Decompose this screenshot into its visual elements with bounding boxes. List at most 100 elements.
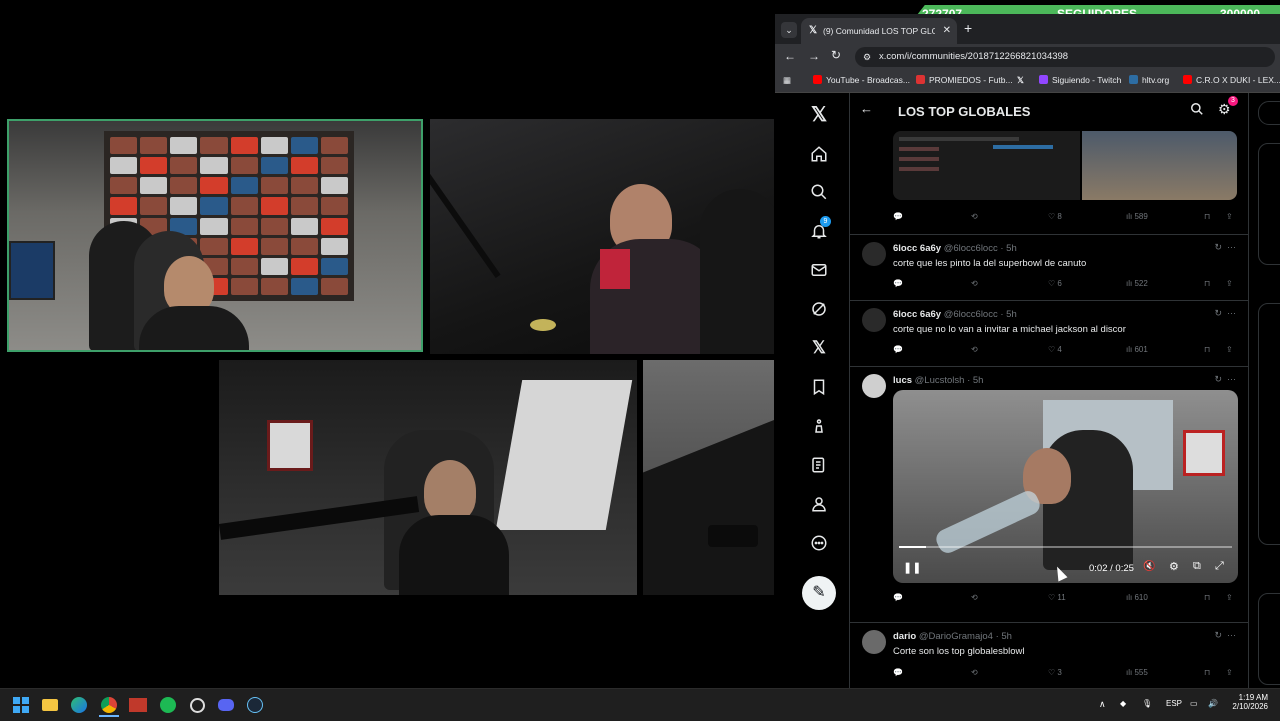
post-image-chat-screenshot[interactable]: [893, 131, 1080, 200]
like-button[interactable]: ♡ 4: [1048, 345, 1062, 354]
more-options-icon[interactable]: ↻ ···: [1214, 374, 1236, 385]
bookmark-icon[interactable]: ⊓: [1204, 279, 1210, 288]
lists-icon[interactable]: [806, 452, 832, 478]
x-premium-icon[interactable]: 𝕏: [806, 335, 832, 361]
mute-icon[interactable]: 🔇: [1143, 561, 1155, 572]
bookmark-duki[interactable]: C.R.O X DUKI - LEX...: [1183, 75, 1280, 85]
repost-icon[interactable]: ⟲: [971, 593, 978, 602]
reply-icon[interactable]: 💬: [893, 668, 903, 677]
video-settings-icon[interactable]: ⚙: [1169, 560, 1179, 573]
bookmark-promiedos[interactable]: PROMIEDOS - Futb...: [916, 75, 1013, 85]
steam-icon[interactable]: [245, 695, 265, 715]
views-count[interactable]: ılı 589: [1126, 212, 1148, 221]
jobs-icon[interactable]: [806, 413, 832, 439]
bookmark-icon[interactable]: ⊓: [1204, 345, 1210, 354]
like-button[interactable]: ♡ 11: [1048, 593, 1066, 602]
tab-search-button[interactable]: ⌄: [781, 22, 797, 38]
clock[interactable]: 1:19 AM 2/10/2026: [1230, 693, 1268, 711]
post[interactable]: 6locc 6a6y @6locc6locc · 5h ↻ ··· corte …: [850, 300, 1248, 367]
discord-icon[interactable]: [216, 695, 236, 715]
post-author[interactable]: lucs @Lucstolsh · 5h: [893, 375, 983, 386]
more-options-icon[interactable]: ↻ ···: [1214, 630, 1236, 641]
forward-arrow-icon[interactable]: →: [808, 49, 820, 63]
search-icon[interactable]: [806, 179, 832, 205]
share-icon[interactable]: ⇪: [1226, 279, 1233, 288]
apps-grid-icon[interactable]: ▦: [783, 75, 791, 86]
repost-icon[interactable]: ⟲: [971, 212, 978, 221]
post-image-stadium[interactable]: [1082, 131, 1237, 200]
fullscreen-icon[interactable]: ⤢: [1215, 560, 1224, 573]
avatar[interactable]: [862, 630, 886, 654]
pause-icon[interactable]: ❚❚: [903, 561, 921, 574]
site-info-icon[interactable]: ⚙: [863, 47, 871, 67]
avatar[interactable]: [862, 308, 886, 332]
more-options-icon[interactable]: [806, 530, 832, 556]
post-author[interactable]: 6locc 6a6y @6locc6locc · 5h: [893, 243, 1017, 254]
new-tab-button[interactable]: +: [964, 20, 972, 36]
x-logo-icon[interactable]: 𝕏: [806, 101, 832, 127]
like-button[interactable]: ♡ 8: [1048, 212, 1062, 221]
monitor-tray-icon[interactable]: ▭: [1190, 699, 1198, 708]
chrome-icon[interactable]: [99, 695, 119, 717]
repost-icon[interactable]: ⟲: [971, 279, 978, 288]
compose-post-button[interactable]: ✎: [802, 576, 836, 610]
post-author[interactable]: dario @DarioGramajo4 · 5h: [893, 631, 1012, 642]
reply-icon[interactable]: 💬: [893, 279, 903, 288]
repost-icon[interactable]: ⟲: [971, 668, 978, 677]
notifications-bell-icon[interactable]: 9: [806, 216, 832, 244]
search-field-partial[interactable]: [1258, 101, 1280, 125]
share-icon[interactable]: ⇪: [1226, 593, 1233, 602]
video-progress-track[interactable]: [899, 546, 1232, 548]
bookmark-twitch[interactable]: Siguiendo - Twitch: [1039, 75, 1121, 85]
profile-icon[interactable]: [806, 491, 832, 517]
close-tab-icon[interactable]: ✕: [943, 18, 951, 44]
share-icon[interactable]: ⇪: [1226, 212, 1233, 221]
tray-overflow-icon[interactable]: ∧: [1099, 699, 1106, 710]
windows-start-icon[interactable]: [11, 695, 31, 715]
network-tray-icon[interactable]: ◆: [1120, 699, 1126, 708]
views-count[interactable]: ılı 522: [1126, 279, 1148, 288]
bookmark-hltv[interactable]: hltv.org: [1129, 75, 1169, 85]
x-bookmark-icon[interactable]: 𝕏: [1017, 75, 1024, 86]
more-options-icon[interactable]: ↻ ···: [1214, 308, 1236, 319]
avatar[interactable]: [862, 242, 886, 266]
search-icon[interactable]: [1190, 102, 1204, 121]
edge-browser-icon[interactable]: [69, 695, 89, 715]
avatar[interactable]: [862, 374, 886, 398]
post[interactable]: 6locc 6a6y @6locc6locc · 5h ↻ ··· corte …: [850, 234, 1248, 301]
picture-in-picture-icon[interactable]: ⧉: [1193, 560, 1201, 573]
bookmark-icon[interactable]: ⊓: [1204, 668, 1210, 677]
reply-icon[interactable]: 💬: [893, 212, 903, 221]
like-button[interactable]: ♡ 3: [1048, 668, 1062, 677]
back-arrow-icon[interactable]: ←: [860, 101, 873, 116]
post-video[interactable]: lucs @Lucstolsh · 5h ↻ ··· ❚❚ 0:02 / 0:2…: [850, 366, 1248, 623]
volume-icon[interactable]: 🔊: [1208, 699, 1218, 708]
views-count[interactable]: ılı 555: [1126, 668, 1148, 677]
bookmark-icon[interactable]: ⊓: [1204, 212, 1210, 221]
reload-icon[interactable]: ↻: [831, 48, 841, 62]
bookmarks-icon[interactable]: [806, 374, 832, 400]
messages-icon[interactable]: [806, 257, 832, 283]
grok-icon[interactable]: [806, 296, 832, 322]
file-explorer-icon[interactable]: [40, 695, 60, 715]
views-count[interactable]: ılı 601: [1126, 345, 1148, 354]
bookmark-youtube[interactable]: YouTube - Broadcas...: [813, 75, 910, 85]
share-icon[interactable]: ⇪: [1226, 345, 1233, 354]
post-author[interactable]: 6locc 6a6y @6locc6locc · 5h: [893, 309, 1017, 320]
share-icon[interactable]: ⇪: [1226, 668, 1233, 677]
language-indicator[interactable]: ESP: [1166, 699, 1182, 708]
like-button[interactable]: ♡ 6: [1048, 279, 1062, 288]
views-count[interactable]: ılı 610: [1126, 593, 1148, 602]
video-player[interactable]: ❚❚ 0:02 / 0:25 🔇 ⚙ ⧉ ⤢: [893, 390, 1238, 583]
reply-icon[interactable]: 💬: [893, 593, 903, 602]
tab-x-community[interactable]: 𝕏 (9) Comunidad LOS TOP GLOBA ✕: [801, 18, 957, 44]
bookmark-icon[interactable]: ⊓: [1204, 593, 1210, 602]
repost-icon[interactable]: ⟲: [971, 345, 978, 354]
home-icon[interactable]: [806, 141, 832, 167]
streaming-app-icon[interactable]: [128, 695, 148, 715]
post[interactable]: dario @DarioGramajo4 · 5h ↻ ··· Corte so…: [850, 622, 1248, 688]
spotify-icon[interactable]: [158, 695, 178, 715]
microphone-tray-icon[interactable]: 🎙: [1142, 699, 1152, 708]
address-bar[interactable]: ⚙ x.com/i/communities/201871226682103439…: [855, 47, 1275, 67]
obs-icon[interactable]: [187, 695, 207, 715]
